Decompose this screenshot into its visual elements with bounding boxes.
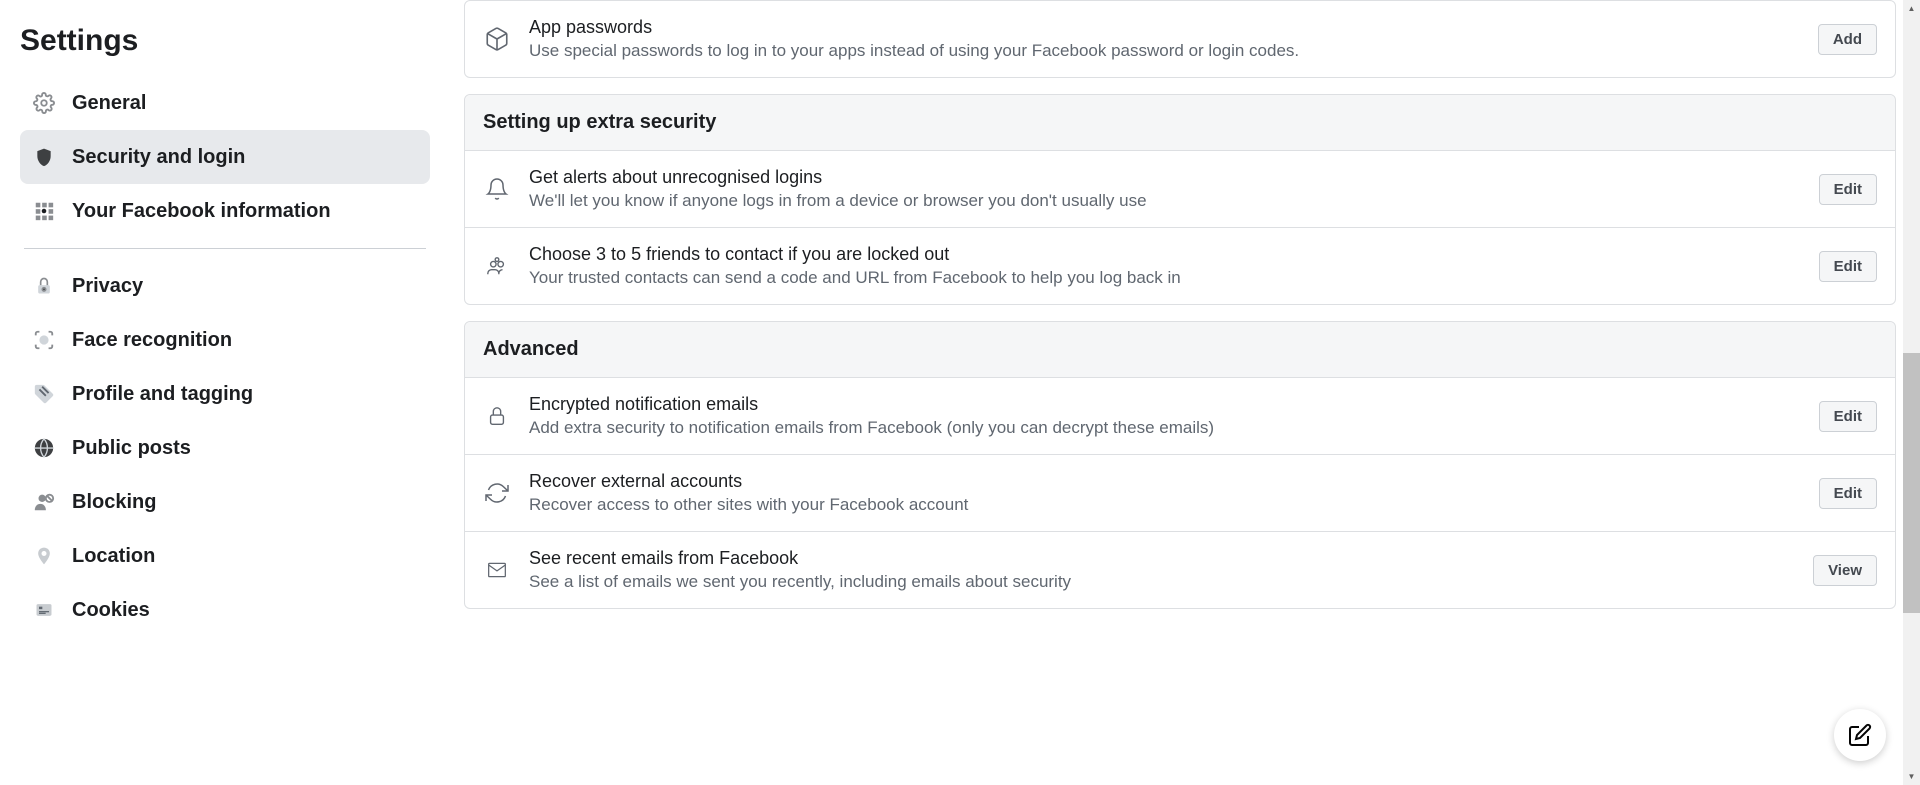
sidebar-item-label: General — [72, 92, 146, 115]
main-content: App passwords Use special passwords to l… — [440, 0, 1920, 785]
sidebar-item-privacy[interactable]: Privacy — [20, 259, 430, 313]
row-title: Encrypted notification emails — [529, 394, 1801, 415]
scroll-down-icon[interactable]: ▼ — [1903, 768, 1920, 785]
section-header-advanced: Advanced — [465, 322, 1895, 378]
card-extra-security: Setting up extra security Get alerts abo… — [464, 94, 1896, 305]
lock-icon — [32, 274, 56, 298]
row-encrypted-emails: Encrypted notification emails Add extra … — [465, 378, 1895, 455]
sidebar-divider — [24, 248, 426, 249]
sidebar-item-facebook-info[interactable]: Your Facebook information — [20, 184, 430, 238]
sidebar-item-label: Location — [72, 545, 155, 568]
edit-button[interactable]: Edit — [1819, 251, 1877, 282]
edit-button[interactable]: Edit — [1819, 401, 1877, 432]
scroll-up-icon[interactable]: ▲ — [1903, 0, 1920, 17]
settings-sidebar: Settings General Security and login Your… — [0, 0, 440, 785]
globe-icon — [32, 436, 56, 460]
box-icon — [483, 25, 511, 53]
row-title: Get alerts about unrecognised logins — [529, 167, 1801, 188]
card-app-passwords: App passwords Use special passwords to l… — [464, 0, 1896, 78]
row-title: App passwords — [529, 17, 1800, 38]
grid-icon — [32, 199, 56, 223]
pin-icon — [32, 544, 56, 568]
scroll-thumb[interactable] — [1903, 353, 1920, 613]
sidebar-item-cookies[interactable]: Cookies — [20, 583, 430, 637]
row-desc: We'll let you know if anyone logs in fro… — [529, 191, 1801, 211]
page-title: Settings — [20, 0, 430, 76]
sidebar-item-profile-tagging[interactable]: Profile and tagging — [20, 367, 430, 421]
sidebar-item-label: Blocking — [72, 491, 156, 514]
sidebar-item-blocking[interactable]: Blocking — [20, 475, 430, 529]
people-icon — [483, 252, 511, 280]
row-desc: Your trusted contacts can send a code an… — [529, 268, 1801, 288]
tag-icon — [32, 382, 56, 406]
block-icon — [32, 490, 56, 514]
sidebar-item-label: Your Facebook information — [72, 200, 331, 223]
sidebar-item-label: Profile and tagging — [72, 383, 253, 406]
section-header-extra-security: Setting up extra security — [465, 95, 1895, 151]
bell-icon — [483, 175, 511, 203]
row-desc: Use special passwords to log in to your … — [529, 41, 1800, 61]
row-trusted-contacts: Choose 3 to 5 friends to contact if you … — [465, 228, 1895, 304]
sidebar-item-face-recognition[interactable]: Face recognition — [20, 313, 430, 367]
sidebar-item-label: Privacy — [72, 275, 143, 298]
scrollbar[interactable]: ▲ ▼ — [1903, 0, 1920, 785]
card-advanced: Advanced Encrypted notification emails A… — [464, 321, 1896, 609]
edit-button[interactable]: Edit — [1819, 478, 1877, 509]
sidebar-item-label: Face recognition — [72, 329, 232, 352]
lock-icon — [483, 402, 511, 430]
refresh-icon — [483, 479, 511, 507]
row-desc: Add extra security to notification email… — [529, 418, 1801, 438]
sidebar-item-general[interactable]: General — [20, 76, 430, 130]
sidebar-item-label: Cookies — [72, 599, 150, 622]
sidebar-item-public-posts[interactable]: Public posts — [20, 421, 430, 475]
envelope-icon — [483, 556, 511, 584]
row-desc: See a list of emails we sent you recentl… — [529, 572, 1795, 592]
edit-button[interactable]: Edit — [1819, 174, 1877, 205]
sidebar-item-location[interactable]: Location — [20, 529, 430, 583]
row-app-passwords: App passwords Use special passwords to l… — [465, 1, 1895, 77]
shield-icon — [32, 145, 56, 169]
row-title: Choose 3 to 5 friends to contact if you … — [529, 244, 1801, 265]
sidebar-item-label: Security and login — [72, 146, 245, 169]
row-desc: Recover access to other sites with your … — [529, 495, 1801, 515]
row-recover-accounts: Recover external accounts Recover access… — [465, 455, 1895, 532]
gear-icon — [32, 91, 56, 115]
view-button[interactable]: View — [1813, 555, 1877, 586]
sidebar-item-label: Public posts — [72, 437, 191, 460]
row-title: Recover external accounts — [529, 471, 1801, 492]
face-icon — [32, 328, 56, 352]
row-recent-emails: See recent emails from Facebook See a li… — [465, 532, 1895, 608]
add-button[interactable]: Add — [1818, 24, 1877, 55]
row-title: See recent emails from Facebook — [529, 548, 1795, 569]
card-icon — [32, 598, 56, 622]
compose-button[interactable] — [1834, 709, 1886, 761]
row-alerts: Get alerts about unrecognised logins We'… — [465, 151, 1895, 228]
sidebar-item-security[interactable]: Security and login — [20, 130, 430, 184]
